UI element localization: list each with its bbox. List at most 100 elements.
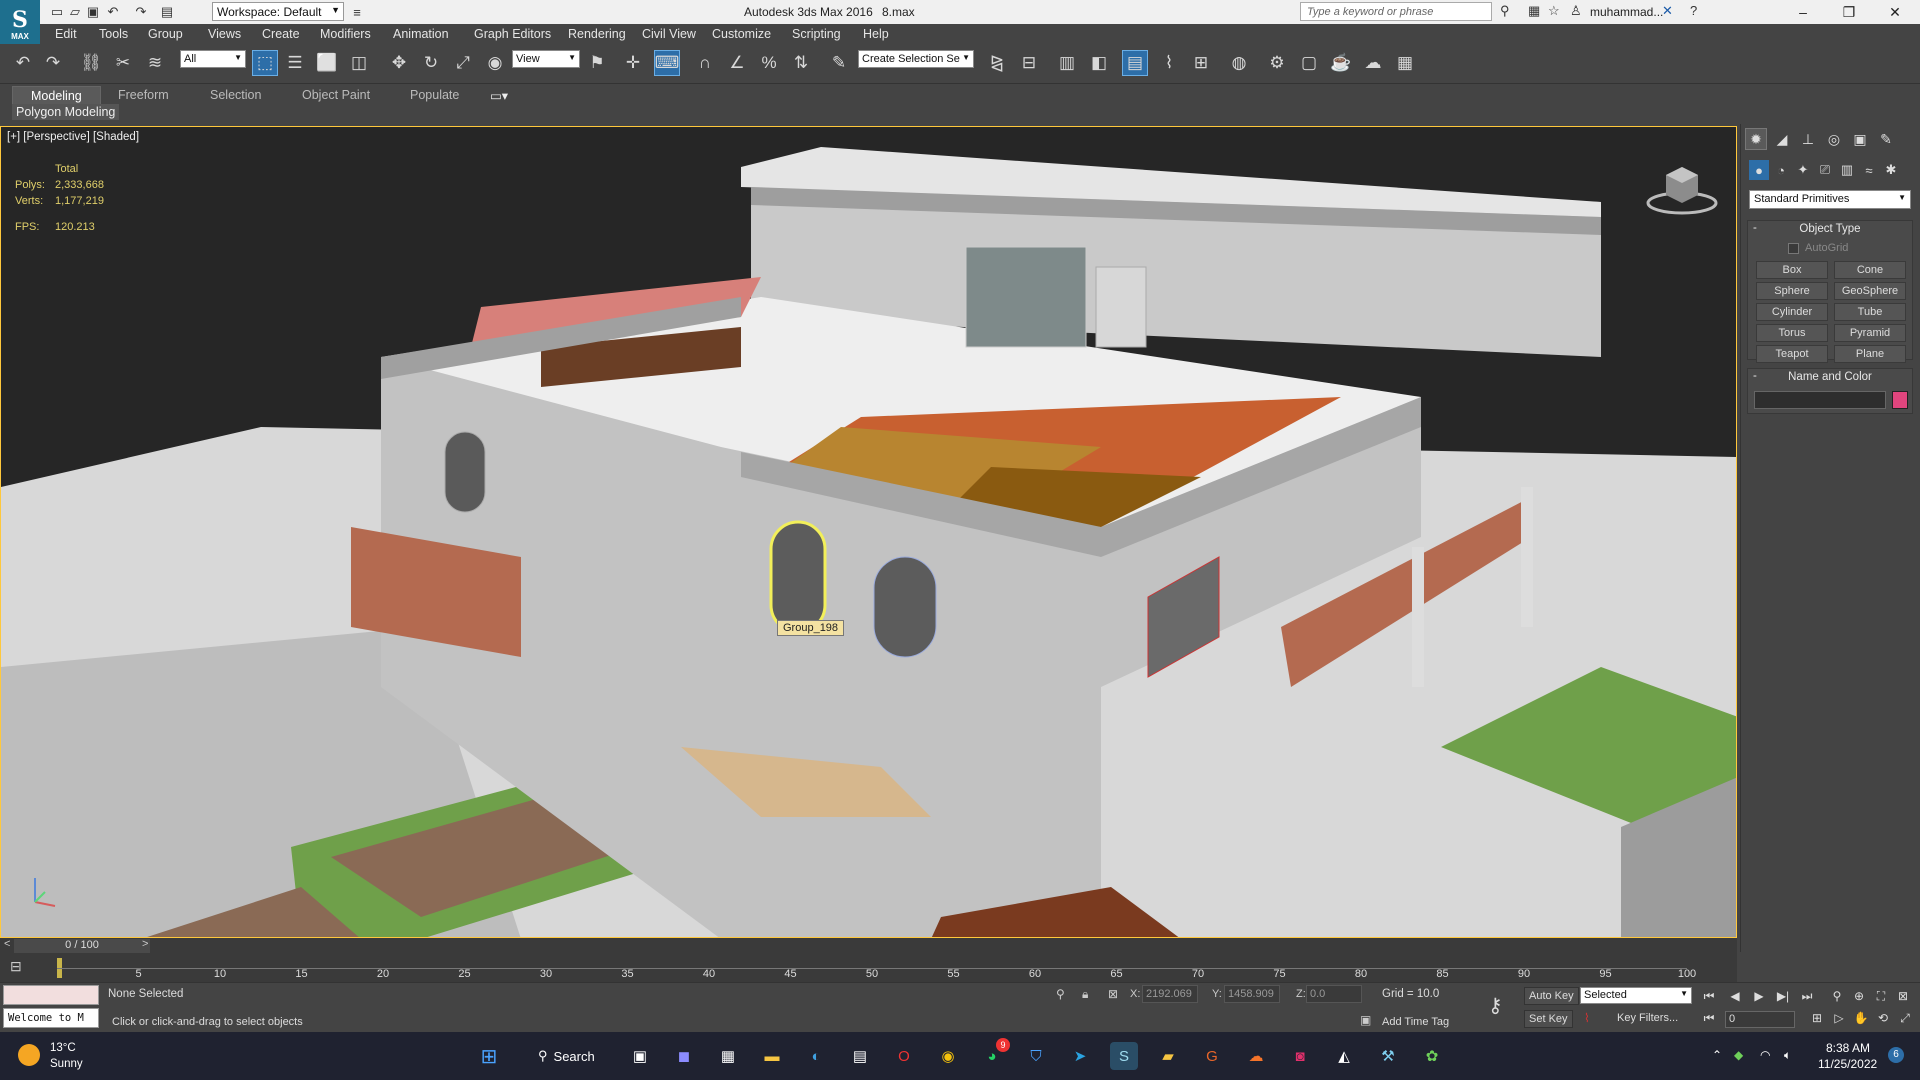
render-production-icon[interactable]: ☕ <box>1328 50 1354 76</box>
curve-editor-icon[interactable]: ⌇ <box>1156 50 1182 76</box>
menu-rendering[interactable]: Rendering <box>568 27 626 41</box>
menu-views[interactable]: Views <box>208 27 241 41</box>
a360-gallery-icon[interactable]: ▦ <box>1392 50 1418 76</box>
task-view-icon[interactable]: ▣ <box>626 1042 654 1070</box>
material-editor-icon[interactable]: ◍ <box>1226 50 1252 76</box>
time-tag-icon[interactable]: ▣ <box>1360 1013 1371 1027</box>
plane-button[interactable]: Plane <box>1834 345 1906 363</box>
orbit-icon[interactable]: ⟲ <box>1874 1009 1892 1027</box>
undo-icon[interactable]: ↶ <box>10 50 36 76</box>
play-icon[interactable]: ▶ <box>1750 987 1768 1005</box>
time-slider[interactable]: < 0 / 100 > <box>0 938 1737 954</box>
percent-snap-icon[interactable]: % <box>756 50 782 76</box>
redo-icon[interactable]: ↷ <box>132 3 150 21</box>
taskbar-search[interactable]: ⚲ Search <box>532 1042 612 1070</box>
weather-condition[interactable]: Sunny <box>50 1058 83 1070</box>
maximize-icon[interactable]: ❐ <box>1826 0 1872 24</box>
polygon-modeling-panel[interactable]: Polygon Modeling <box>12 104 120 120</box>
time-prev-icon[interactable]: < <box>4 938 10 950</box>
snaps-toggle-icon[interactable]: ∩ <box>692 50 718 76</box>
scale-icon[interactable]: ⤢ <box>450 50 476 76</box>
vpn-shield-icon[interactable]: ⛉ <box>1022 1042 1050 1070</box>
telegram-icon[interactable]: ➤ <box>1066 1042 1094 1070</box>
toolbar-dropdown-icon[interactable]: ≡ <box>348 3 366 21</box>
field-of-view-icon[interactable]: ▷ <box>1830 1009 1848 1027</box>
workspace-dropdown[interactable]: Workspace: Default ▼ <box>212 2 344 21</box>
clock-time[interactable]: 8:38 AM <box>1826 1041 1870 1055</box>
perspective-viewport[interactable]: [+] [Perspective] [Shaded] Total Polys: 2… <box>0 126 1737 938</box>
select-by-name-icon[interactable]: ☰ <box>282 50 308 76</box>
keyword-search-input[interactable]: Type a keyword or phrase <box>1300 2 1492 21</box>
modify-tab-icon[interactable]: ◢ <box>1771 128 1793 150</box>
pan-view-icon[interactable]: ✋ <box>1852 1009 1870 1027</box>
pyramid-button[interactable]: Pyramid <box>1834 324 1906 342</box>
object-color-swatch[interactable] <box>1892 391 1908 409</box>
select-and-link-icon[interactable]: ⛓ <box>78 50 104 76</box>
create-tab-icon[interactable]: ✹ <box>1745 128 1767 150</box>
frame-readout[interactable]: 0 / 100 <box>14 939 150 953</box>
zoom-all-icon[interactable]: ⊕ <box>1850 987 1868 1005</box>
ribbon-toggle-icon[interactable]: ▤ <box>1122 50 1148 76</box>
keyboard-shortcut-toggle-icon[interactable]: ⌨ <box>654 50 680 76</box>
rotate-icon[interactable]: ↻ <box>418 50 444 76</box>
systems-icon[interactable]: ✱ <box>1881 160 1901 180</box>
app-g-icon[interactable]: G <box>1198 1042 1226 1070</box>
object-name-field[interactable] <box>1754 391 1886 409</box>
zoom-extents-icon[interactable]: ⛶ <box>1872 987 1890 1005</box>
cone-button[interactable]: Cone <box>1834 261 1906 279</box>
user-icon[interactable]: ♙ <box>1570 3 1582 19</box>
menu-modifiers[interactable]: Modifiers <box>320 27 371 41</box>
place-icon[interactable]: ◉ <box>482 50 508 76</box>
menu-create[interactable]: Create <box>262 27 300 41</box>
tab-selection[interactable]: Selection <box>210 86 261 104</box>
previous-frame-icon[interactable]: ◀ <box>1726 987 1744 1005</box>
rendered-frame-window-icon[interactable]: ▢ <box>1296 50 1322 76</box>
track-bar[interactable]: ⊟ 5 10 15 20 25 30 35 40 45 50 55 60 65 70 75 80 85 90 95 1… <box>0 954 1737 982</box>
helpers-icon[interactable]: ▥ <box>1837 160 1857 180</box>
hierarchy-tab-icon[interactable]: ⊥ <box>1797 128 1819 150</box>
x-coordinate-field[interactable]: 2192.069 <box>1142 985 1198 1003</box>
key-mode-dropdown[interactable]: Selected ▼ <box>1580 987 1692 1004</box>
zoom-extents-all-icon[interactable]: ⊠ <box>1894 987 1912 1005</box>
menu-group[interactable]: Group <box>148 27 183 41</box>
notifications-badge[interactable]: 6 <box>1888 1047 1904 1063</box>
sun-icon[interactable] <box>18 1044 40 1066</box>
y-coordinate-field[interactable]: 1458.909 <box>1224 985 1280 1003</box>
maximize-viewport-icon[interactable]: ⤢ <box>1896 1009 1914 1027</box>
edge-browser-icon[interactable]: ◐ <box>802 1042 830 1070</box>
sticky-notes-icon[interactable]: ▰ <box>1154 1042 1182 1070</box>
key-filters-button[interactable]: Key Filters... <box>1617 1012 1678 1024</box>
tray-overflow-icon[interactable]: ⌃ <box>1712 1048 1722 1062</box>
auto-key-button[interactable]: Auto Key <box>1524 987 1579 1005</box>
reference-coordinate-dropdown[interactable]: View ▼ <box>512 50 580 68</box>
geometry-icon[interactable]: ● <box>1749 160 1769 180</box>
wifi-icon[interactable]: ◠ <box>1760 1048 1770 1062</box>
tab-object-paint[interactable]: Object Paint <box>302 86 370 104</box>
set-key-button[interactable]: Set Key <box>1524 1010 1573 1028</box>
move-icon[interactable]: ✥ <box>386 50 412 76</box>
pivot-center-icon[interactable]: ⚑ <box>584 50 610 76</box>
binoculars-icon[interactable]: ⚲ <box>1500 3 1510 19</box>
window-crossing-icon[interactable]: ◫ <box>346 50 372 76</box>
cameras-icon[interactable]: ⎚ <box>1815 160 1835 180</box>
tube-button[interactable]: Tube <box>1834 303 1906 321</box>
sphere-button[interactable]: Sphere <box>1756 282 1828 300</box>
viewport-label[interactable]: [+] [Perspective] [Shaded] <box>7 131 139 143</box>
menu-tools[interactable]: Tools <box>99 27 128 41</box>
torus-button[interactable]: Torus <box>1756 324 1828 342</box>
zoom-icon[interactable]: ⚲ <box>1828 987 1846 1005</box>
tray-app-icon[interactable]: ◆ <box>1734 1048 1743 1062</box>
select-object-icon[interactable]: ⬚ <box>252 50 278 76</box>
z-coordinate-field[interactable]: 0.0 <box>1306 985 1362 1003</box>
absolute-mode-icon[interactable]: ⊠ <box>1108 987 1118 1001</box>
project-folder-icon[interactable]: ▤ <box>158 3 176 21</box>
app-logo[interactable]: S MAX <box>0 0 40 44</box>
autogrid-checkbox[interactable]: AutoGrid <box>1788 242 1848 254</box>
menu-customize[interactable]: Customize <box>712 27 771 41</box>
display-tab-icon[interactable]: ▣ <box>1849 128 1871 150</box>
maxscript-listener-output[interactable] <box>3 985 99 1005</box>
scene-render[interactable] <box>1 127 1737 938</box>
menu-animation[interactable]: Animation <box>393 27 449 41</box>
align-icon[interactable]: ⊟ <box>1016 50 1042 76</box>
user-name[interactable]: muhammad... <box>1590 5 1663 19</box>
